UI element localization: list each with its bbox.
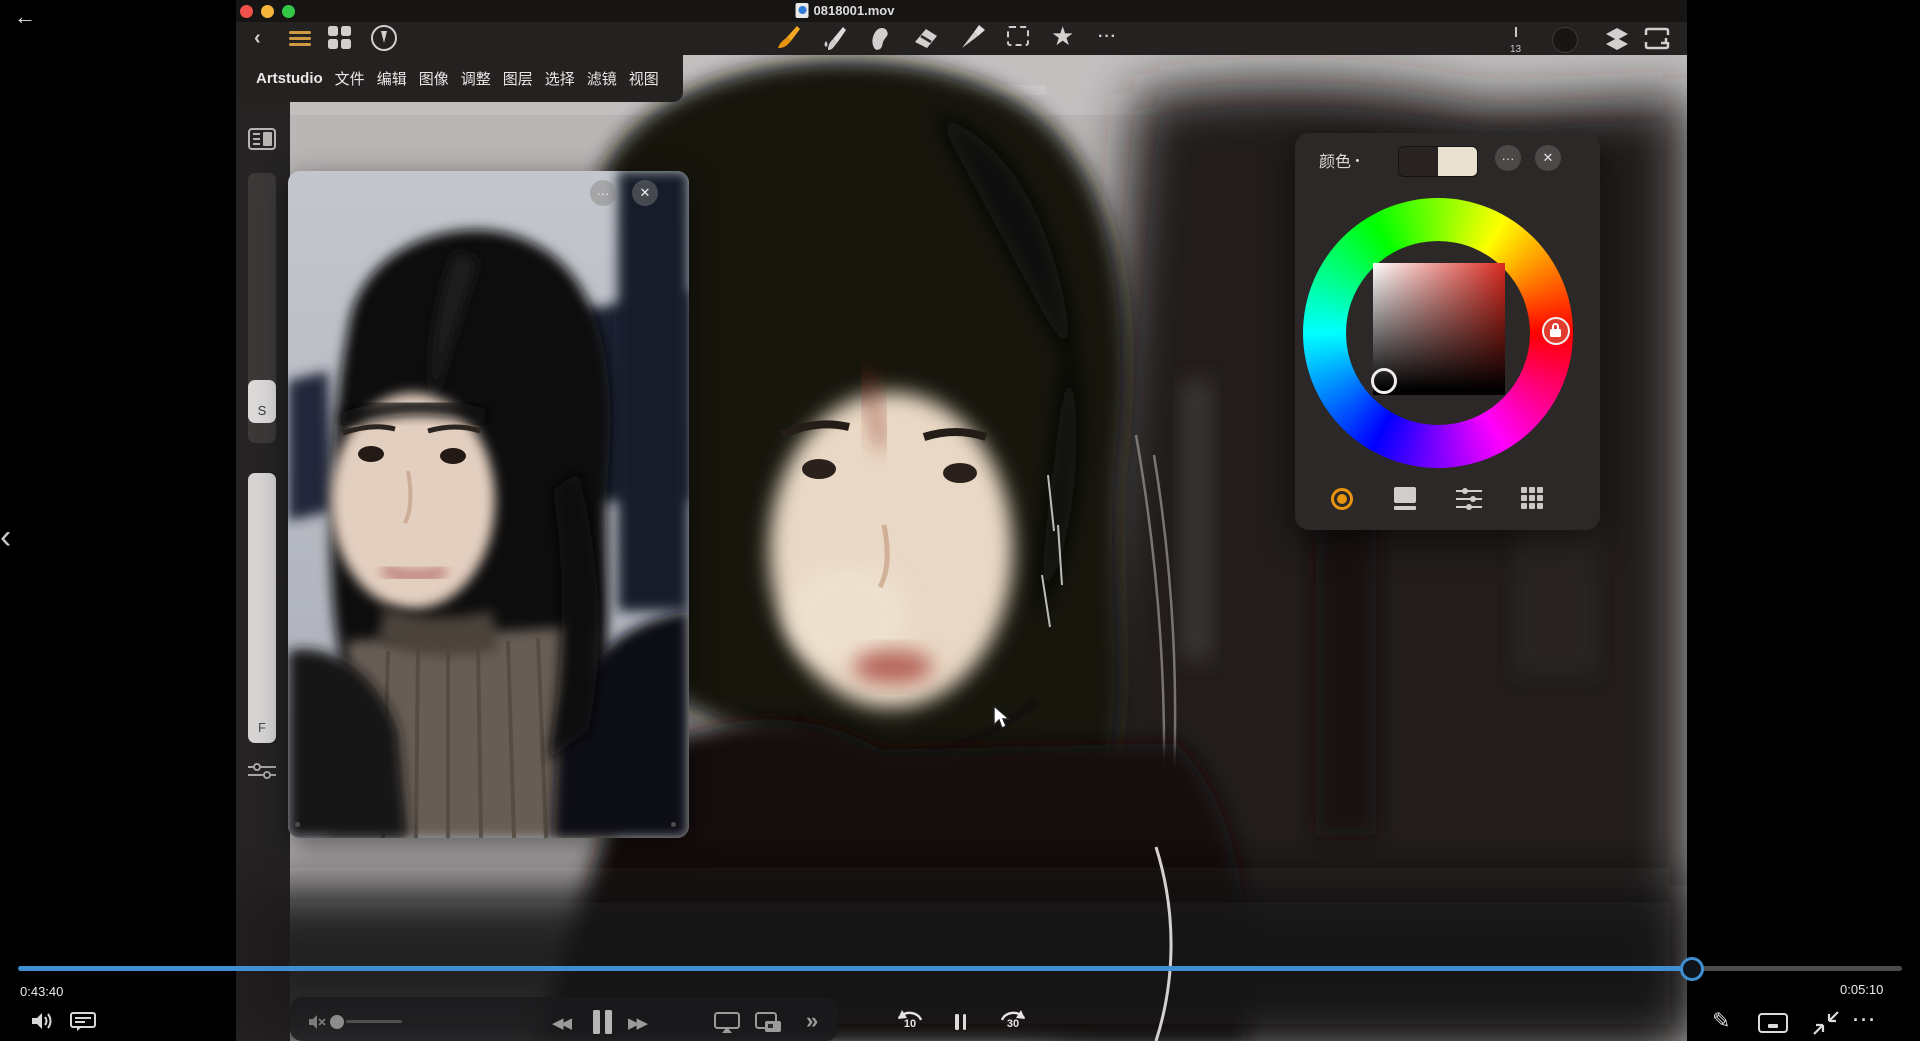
brush-size-value: 13 (1510, 44, 1522, 55)
gallery-grid-icon[interactable] (328, 26, 352, 50)
player-screen: ← ‹ 0818001.mov ‹ ★ ··· 13 Artstudio 文件 … (0, 0, 1920, 1041)
close-window-button[interactable] (240, 5, 253, 18)
layers-icon[interactable] (1603, 26, 1631, 52)
volume-slider-knob[interactable] (330, 1015, 344, 1029)
primary-color[interactable] (1399, 147, 1438, 176)
elapsed-time: 0:43:40 (20, 984, 64, 999)
main-menu-icon[interactable] (289, 28, 311, 49)
timeline-remaining[interactable] (1692, 966, 1902, 971)
touchbar-icon[interactable] (1758, 1013, 1788, 1033)
pressure-pen-icon[interactable] (371, 25, 397, 51)
window-title: 0818001.mov (795, 3, 894, 18)
menubar: Artstudio 文件 编辑 图像 调整 图层 选择 滤镜 视图 (236, 55, 683, 102)
movie-file-icon (795, 3, 809, 18)
fullscreen-canvas-icon[interactable] (1643, 27, 1671, 50)
menu-adjust[interactable]: 调整 (461, 68, 491, 89)
more-controls-chevron[interactable]: » (806, 1008, 818, 1034)
previous-media-chevron[interactable]: ‹ (0, 518, 11, 557)
gallery-back-icon[interactable]: ‹ (254, 27, 261, 50)
menu-edit[interactable]: 编辑 (377, 68, 407, 89)
brush-size-slider-thumb[interactable]: S (248, 380, 276, 423)
primary-secondary-swatch[interactable] (1398, 146, 1478, 177)
menu-artstudio[interactable]: Artstudio (256, 70, 323, 87)
skip-forward-30-button[interactable]: 30 (997, 1008, 1029, 1038)
reference-close-button[interactable]: ✕ (632, 180, 658, 206)
pause-button[interactable] (590, 1010, 614, 1039)
color-panel-title: 颜色 • (1319, 154, 1360, 171)
menu-layer[interactable]: 图层 (503, 68, 533, 89)
rewind-button[interactable]: ◀◀ (552, 1014, 572, 1032)
paint-brush-tool[interactable] (774, 24, 802, 52)
timeline-playhead[interactable] (1680, 957, 1704, 981)
hue-lock-handle[interactable] (1542, 317, 1570, 345)
reference-photo (288, 171, 689, 838)
smudge-tool[interactable] (866, 24, 894, 52)
slider-settings-icon[interactable] (248, 763, 276, 779)
mute-icon[interactable] (308, 1014, 326, 1030)
color-panel-more-button[interactable]: ··· (1495, 145, 1521, 171)
tab-color-wheel[interactable] (1331, 488, 1353, 510)
color-picker-tool[interactable] (958, 24, 986, 52)
color-panel: 颜色 • ··· ✕ (1295, 133, 1600, 530)
player-back-button[interactable]: ← (14, 4, 36, 30)
brush-flow-slider[interactable]: F (248, 473, 276, 743)
tab-color-palette[interactable] (1521, 487, 1545, 511)
remaining-time: 0:05:10 (1840, 982, 1884, 997)
tab-color-sliders[interactable] (1456, 487, 1482, 511)
menu-image[interactable]: 图像 (419, 68, 449, 89)
timeline-progress[interactable] (18, 966, 1692, 971)
mini-pause-button[interactable] (953, 1014, 968, 1035)
mouse-cursor (993, 705, 1011, 729)
brush-size-cursor (1515, 27, 1517, 37)
current-color-swatch[interactable] (1552, 27, 1578, 53)
mac-titlebar (236, 0, 1687, 22)
picture-in-picture-icon[interactable] (755, 1012, 783, 1034)
airplay-icon[interactable] (714, 1012, 740, 1034)
fast-forward-button[interactable]: ▶▶ (628, 1014, 648, 1032)
volume-icon[interactable] (30, 1010, 54, 1032)
reference-more-button[interactable]: ··· (590, 180, 616, 206)
sv-selector[interactable] (1371, 368, 1397, 394)
exit-fullscreen-icon[interactable] (1812, 1010, 1840, 1036)
zoom-window-button[interactable] (282, 5, 295, 18)
annotate-pencil-icon[interactable]: ✎ (1712, 1008, 1730, 1034)
eraser-tool[interactable] (912, 25, 940, 51)
reference-resize-handle-right[interactable] (671, 822, 676, 827)
menu-select[interactable]: 选择 (545, 68, 575, 89)
subtitles-icon[interactable] (70, 1012, 96, 1032)
more-tools-button[interactable]: ··· (1098, 28, 1117, 46)
menu-filter[interactable]: 滤镜 (587, 68, 617, 89)
panel-toggle-icon[interactable] (248, 128, 276, 150)
reference-resize-handle-left[interactable] (295, 822, 300, 827)
player-more-button[interactable]: ··· (1853, 1010, 1877, 1031)
secondary-color[interactable] (1438, 147, 1477, 176)
tab-color-square[interactable] (1394, 487, 1416, 510)
wet-brush-tool[interactable] (820, 24, 848, 52)
reference-image-window[interactable]: ··· ✕ (288, 171, 689, 838)
skip-back-10-button[interactable]: 10 (894, 1008, 926, 1038)
volume-slider-track[interactable] (346, 1020, 402, 1023)
selection-marquee-tool[interactable] (1007, 26, 1029, 46)
menu-file[interactable]: 文件 (335, 68, 365, 89)
menu-view[interactable]: 视图 (629, 68, 659, 89)
video-frame: 0818001.mov ‹ ★ ··· 13 Artstudio 文件 编辑 图… (236, 0, 1687, 1041)
minimize-window-button[interactable] (261, 5, 274, 18)
color-panel-close-button[interactable]: ✕ (1535, 145, 1561, 171)
favorites-star-tool[interactable]: ★ (1051, 23, 1074, 49)
